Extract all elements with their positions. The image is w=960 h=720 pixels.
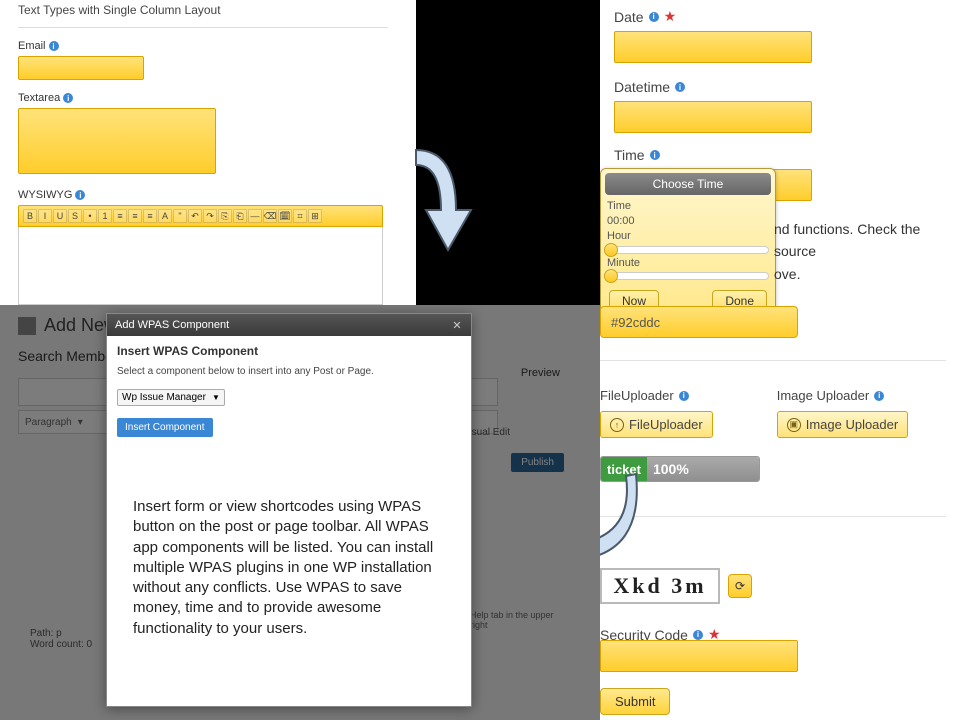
wysiwyg-tool-button[interactable]: ⎘ — [218, 209, 232, 223]
progress-percent: 100% — [647, 457, 759, 481]
divider — [600, 360, 946, 361]
wpas-component-dialog: Add WPAS Component ✕ Insert WPAS Compone… — [106, 313, 472, 707]
info-icon[interactable]: i — [49, 41, 59, 51]
arrow-down-icon — [396, 140, 496, 260]
fileuploader-label: FileUploader — [600, 388, 674, 403]
datetime-label: Datetime — [614, 79, 670, 95]
required-icon: ★ — [664, 8, 677, 25]
form-text-types-panel: Text Types with Single Column Layout Ema… — [0, 0, 416, 305]
refresh-captcha-button[interactable]: ⟳ — [728, 574, 752, 598]
wysiwyg-tool-button[interactable]: ↷ — [203, 209, 217, 223]
upload-icon: ↑ — [610, 418, 624, 432]
textarea-input[interactable] — [18, 108, 216, 174]
wysiwyg-tool-button[interactable]: I — [38, 209, 52, 223]
editor-path: Path: p — [30, 628, 92, 639]
imageuploader-label: Image Uploader — [777, 388, 870, 403]
dialog-title: Add WPAS Component — [115, 319, 229, 331]
format-select[interactable]: Paragraph — [25, 417, 72, 428]
wysiwyg-tool-button[interactable]: 🗓 — [278, 209, 292, 223]
form-right-panel: Datei★ Datetimei Timei Choose Time Time … — [600, 0, 960, 720]
dialog-subtitle: Insert WPAS Component — [117, 344, 461, 358]
slider-knob-icon[interactable] — [604, 243, 618, 257]
wysiwyg-tool-button[interactable]: ≡ — [113, 209, 127, 223]
dialog-description: Insert form or view shortcodes using WPA… — [117, 497, 461, 639]
pin-icon — [18, 317, 36, 335]
time-picker-header: Choose Time — [605, 173, 771, 195]
wysiwyg-tool-button[interactable]: ⎗ — [233, 209, 247, 223]
divider — [600, 516, 946, 517]
wysiwyg-tool-button[interactable]: A — [158, 209, 172, 223]
wysiwyg-editor[interactable] — [18, 227, 383, 305]
tp-minute-label: Minute — [607, 256, 769, 271]
close-icon[interactable]: ✕ — [451, 319, 463, 331]
tp-hour-label: Hour — [607, 229, 769, 244]
tp-time-label: Time — [607, 199, 769, 214]
clipped-text: nd functions. Check the sourceove. — [774, 218, 960, 285]
info-icon[interactable]: i — [675, 82, 685, 92]
datetime-input[interactable] — [614, 101, 812, 133]
help-hint: Help tab in the upper right — [470, 610, 560, 630]
imageuploader-button[interactable]: ▣Image Uploader — [777, 411, 909, 438]
wysiwyg-tool-button[interactable]: S — [68, 209, 82, 223]
wysiwyg-tool-button[interactable]: ⌗ — [293, 209, 307, 223]
info-icon[interactable]: i — [650, 150, 660, 160]
info-icon[interactable]: i — [75, 190, 85, 200]
info-icon[interactable]: i — [679, 391, 689, 401]
time-picker-popup: Choose Time Time 00:00 Hour Minute Now D… — [600, 168, 776, 321]
admin-editor-panel: Add New Search Membe Paragraph▾ Preview … — [0, 305, 600, 720]
submit-button[interactable]: Submit — [600, 688, 670, 715]
wysiwyg-tool-button[interactable]: ≡ — [143, 209, 157, 223]
wysiwyg-tool-button[interactable]: ⌫ — [263, 209, 277, 223]
info-icon[interactable]: i — [649, 12, 659, 22]
wysiwyg-tool-button[interactable]: " — [173, 209, 187, 223]
slider-knob-icon[interactable] — [604, 269, 618, 283]
fileuploader-button[interactable]: ↑FileUploader — [600, 411, 713, 438]
date-input[interactable] — [614, 31, 812, 63]
dialog-prompt: Select a component below to insert into … — [117, 366, 461, 377]
wysiwyg-tool-button[interactable]: ⊞ — [308, 209, 322, 223]
email-input[interactable] — [18, 56, 144, 80]
wysiwyg-tool-button[interactable]: 1 — [98, 209, 112, 223]
minute-slider[interactable] — [607, 272, 769, 280]
wysiwyg-tool-button[interactable]: U — [53, 209, 67, 223]
wysiwyg-tool-button[interactable]: — — [248, 209, 262, 223]
info-icon[interactable]: i — [874, 391, 884, 401]
publish-button[interactable]: Publish — [511, 453, 564, 472]
wysiwyg-label: WYSIWYG — [18, 189, 72, 201]
security-code-input[interactable] — [600, 640, 798, 672]
component-select[interactable]: Wp Issue Manager▼ — [117, 389, 225, 406]
image-icon: ▣ — [787, 418, 801, 432]
tp-time-value: 00:00 — [607, 214, 769, 229]
time-label: Time — [614, 147, 645, 163]
date-label: Date — [614, 9, 644, 25]
textarea-label: Textarea — [18, 92, 60, 104]
divider-panel — [416, 0, 600, 305]
wysiwyg-tool-button[interactable]: B — [23, 209, 37, 223]
word-count: Word count: 0 — [30, 639, 92, 650]
preview-button[interactable]: Preview — [521, 367, 560, 379]
hour-slider[interactable] — [607, 246, 769, 254]
wysiwyg-tool-button[interactable]: • — [83, 209, 97, 223]
panel-title: Text Types with Single Column Layout — [18, 0, 388, 28]
info-icon[interactable]: i — [63, 93, 73, 103]
wysiwyg-tool-button[interactable]: ≡ — [128, 209, 142, 223]
info-icon[interactable]: i — [693, 630, 703, 640]
refresh-icon: ⟳ — [735, 579, 745, 593]
wysiwyg-toolbar: BIUS•1≡≡≡A"↶↷⎘⎗—⌫🗓⌗⊞ — [18, 205, 383, 227]
email-label: Email — [18, 40, 46, 52]
chevron-down-icon: ▼ — [212, 393, 220, 402]
insert-component-button[interactable]: Insert Component — [117, 418, 213, 437]
arrow-left-icon — [600, 466, 642, 588]
wysiwyg-tool-button[interactable]: ↶ — [188, 209, 202, 223]
color-swatch[interactable]: #92cddc — [600, 306, 798, 338]
